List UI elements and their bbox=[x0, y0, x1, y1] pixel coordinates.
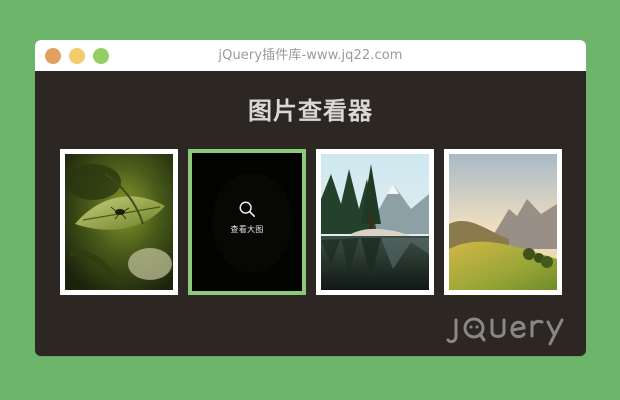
hover-overlay: 查看大图 bbox=[192, 153, 302, 291]
image-gallery: 查看大图 bbox=[60, 149, 563, 295]
gallery-item-insect-on-leaf[interactable] bbox=[60, 149, 178, 295]
magnifier-icon bbox=[239, 201, 256, 217]
dark-photo: 查看大图 bbox=[192, 153, 302, 291]
main-content: 图片查看器 查看大图 bbox=[35, 71, 586, 356]
gallery-item-alpine-meadow[interactable] bbox=[444, 149, 562, 295]
view-large-label[interactable]: 查看大图 bbox=[230, 224, 263, 235]
window-title: jQuery插件库-www.jq22.com bbox=[218, 48, 403, 63]
app-window: jQuery插件库-www.jq22.com 图片查看器 查看大图 bbox=[35, 40, 586, 356]
window-titlebar: jQuery插件库-www.jq22.com bbox=[35, 40, 586, 71]
alpine-meadow-photo bbox=[449, 154, 557, 290]
gallery-item-active[interactable]: 查看大图 bbox=[188, 149, 306, 295]
page-title: 图片查看器 bbox=[248, 97, 373, 125]
insect-on-leaf-photo bbox=[65, 154, 173, 290]
mountain-lake-photo bbox=[321, 154, 429, 290]
gallery-item-mountain-lake[interactable] bbox=[316, 149, 434, 295]
jquery-logo-watermark bbox=[446, 317, 564, 346]
